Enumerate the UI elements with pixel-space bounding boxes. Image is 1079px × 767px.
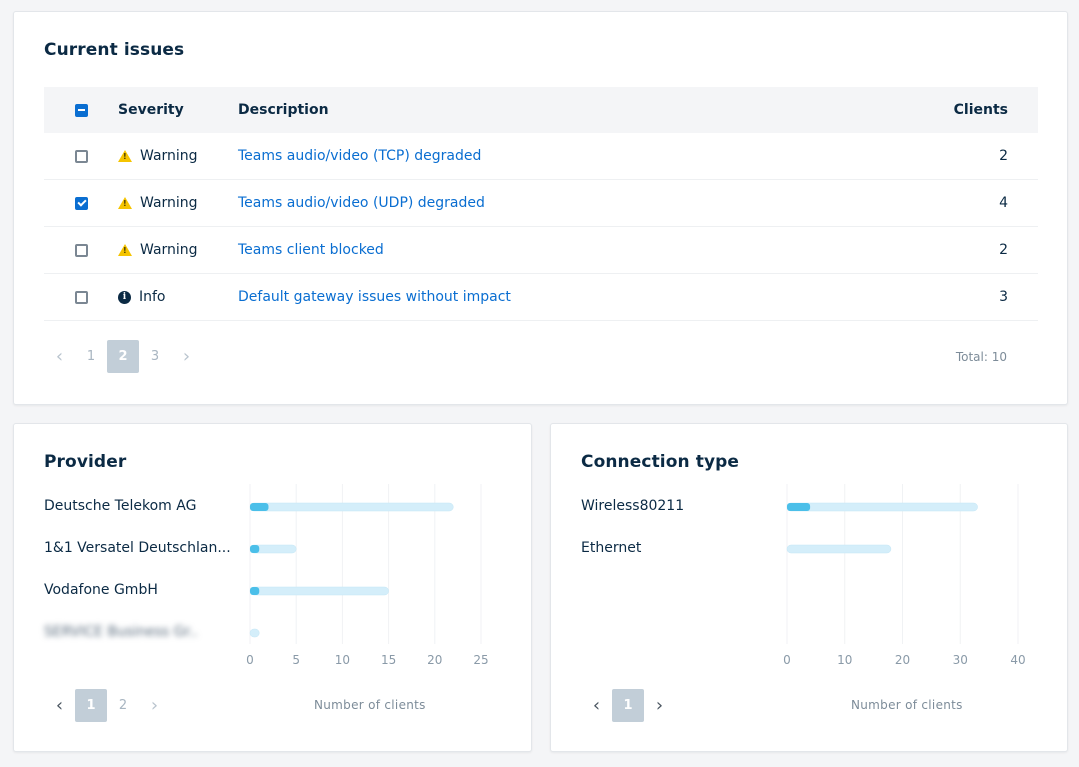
clients-count: 4 xyxy=(999,195,1008,211)
connection-type-card: Connection type Wireless80211 Ethernet 0… xyxy=(550,423,1068,752)
issues-pagination: ‹ 1 2 3 › xyxy=(44,340,202,373)
issue-description-link[interactable]: Teams client blocked xyxy=(238,242,384,258)
info-icon: i xyxy=(118,290,131,304)
page-1-button[interactable]: 1 xyxy=(75,689,107,722)
prev-page-button[interactable]: ‹ xyxy=(581,689,612,722)
warning-icon xyxy=(118,197,132,209)
x-axis-title: Number of clients xyxy=(851,698,963,712)
column-header-description[interactable]: Description xyxy=(238,102,918,118)
column-header-severity[interactable]: Severity xyxy=(118,102,238,118)
page-2-button[interactable]: 2 xyxy=(107,689,139,722)
warning-icon xyxy=(118,244,132,256)
prev-page-button[interactable]: ‹ xyxy=(44,340,75,373)
severity-label: Warning xyxy=(140,148,198,164)
bar-affected[interactable] xyxy=(250,503,269,511)
x-tick-label: 40 xyxy=(1010,653,1025,667)
bar-affected[interactable] xyxy=(787,503,811,511)
next-page-button[interactable]: › xyxy=(644,689,675,722)
total-count: Total: 10 xyxy=(955,350,1007,364)
x-tick-label: 15 xyxy=(381,653,396,667)
column-header-clients[interactable]: Clients xyxy=(918,102,1038,118)
issues-table: Severity Description Clients Warning Team… xyxy=(44,87,1038,321)
bar-affected[interactable] xyxy=(250,545,260,553)
page-1-button[interactable]: 1 xyxy=(612,689,644,722)
issue-description-link[interactable]: Default gateway issues without impact xyxy=(238,289,511,305)
x-tick-label: 25 xyxy=(473,653,488,667)
severity-label: Warning xyxy=(140,195,198,211)
bar-total[interactable] xyxy=(249,502,454,512)
page-3-button[interactable]: 3 xyxy=(139,340,171,373)
table-header: Severity Description Clients xyxy=(44,87,1038,133)
x-tick-label: 5 xyxy=(292,653,300,667)
issue-description-link[interactable]: Teams audio/video (TCP) degraded xyxy=(238,148,481,164)
x-tick-label: 20 xyxy=(895,653,910,667)
prev-page-button[interactable]: ‹ xyxy=(44,689,75,722)
row-checkbox[interactable] xyxy=(75,196,88,210)
x-tick-label: 10 xyxy=(837,653,852,667)
bar-total[interactable] xyxy=(786,502,978,512)
x-tick-label: 0 xyxy=(246,653,254,667)
clients-count: 2 xyxy=(999,148,1008,164)
next-page-button[interactable]: › xyxy=(171,340,202,373)
row-checkbox[interactable] xyxy=(75,290,88,304)
table-row[interactable]: Warning Teams client blocked 2 xyxy=(44,227,1038,274)
warning-icon xyxy=(118,150,132,162)
issue-description-link[interactable]: Teams audio/video (UDP) degraded xyxy=(238,195,485,211)
bar-total[interactable] xyxy=(249,586,389,596)
x-tick-label: 30 xyxy=(953,653,968,667)
table-row[interactable]: Warning Teams audio/video (UDP) degraded 4 xyxy=(44,180,1038,227)
page-2-button[interactable]: 2 xyxy=(107,340,139,373)
bar-total[interactable] xyxy=(249,628,260,638)
bar-total[interactable] xyxy=(786,544,892,554)
row-checkbox[interactable] xyxy=(75,243,88,257)
table-row[interactable]: i Info Default gateway issues without impa… xyxy=(44,274,1038,321)
provider-card: Provider Deutsche Telekom AG 1&1 Versate… xyxy=(13,423,532,752)
table-row[interactable]: Warning Teams audio/video (TCP) degraded 2 xyxy=(44,133,1038,180)
page-1-button[interactable]: 1 xyxy=(75,340,107,373)
next-page-button[interactable]: › xyxy=(139,689,170,722)
row-checkbox[interactable] xyxy=(75,149,88,163)
clients-count: 2 xyxy=(999,242,1008,258)
provider-pagination: ‹ 1 2 › xyxy=(44,689,170,722)
bar-affected[interactable] xyxy=(250,587,260,595)
severity-label: Warning xyxy=(140,242,198,258)
select-all-checkbox[interactable] xyxy=(75,103,88,117)
x-axis-title: Number of clients xyxy=(314,698,426,712)
card-title: Current issues xyxy=(44,40,185,60)
x-tick-label: 0 xyxy=(783,653,791,667)
x-tick-label: 10 xyxy=(335,653,350,667)
current-issues-card: Current issues Severity Description Clie… xyxy=(13,11,1068,405)
connection-pagination: ‹ 1 › xyxy=(581,689,675,722)
clients-count: 3 xyxy=(999,289,1008,305)
severity-label: Info xyxy=(139,289,166,305)
x-tick-label: 20 xyxy=(427,653,442,667)
